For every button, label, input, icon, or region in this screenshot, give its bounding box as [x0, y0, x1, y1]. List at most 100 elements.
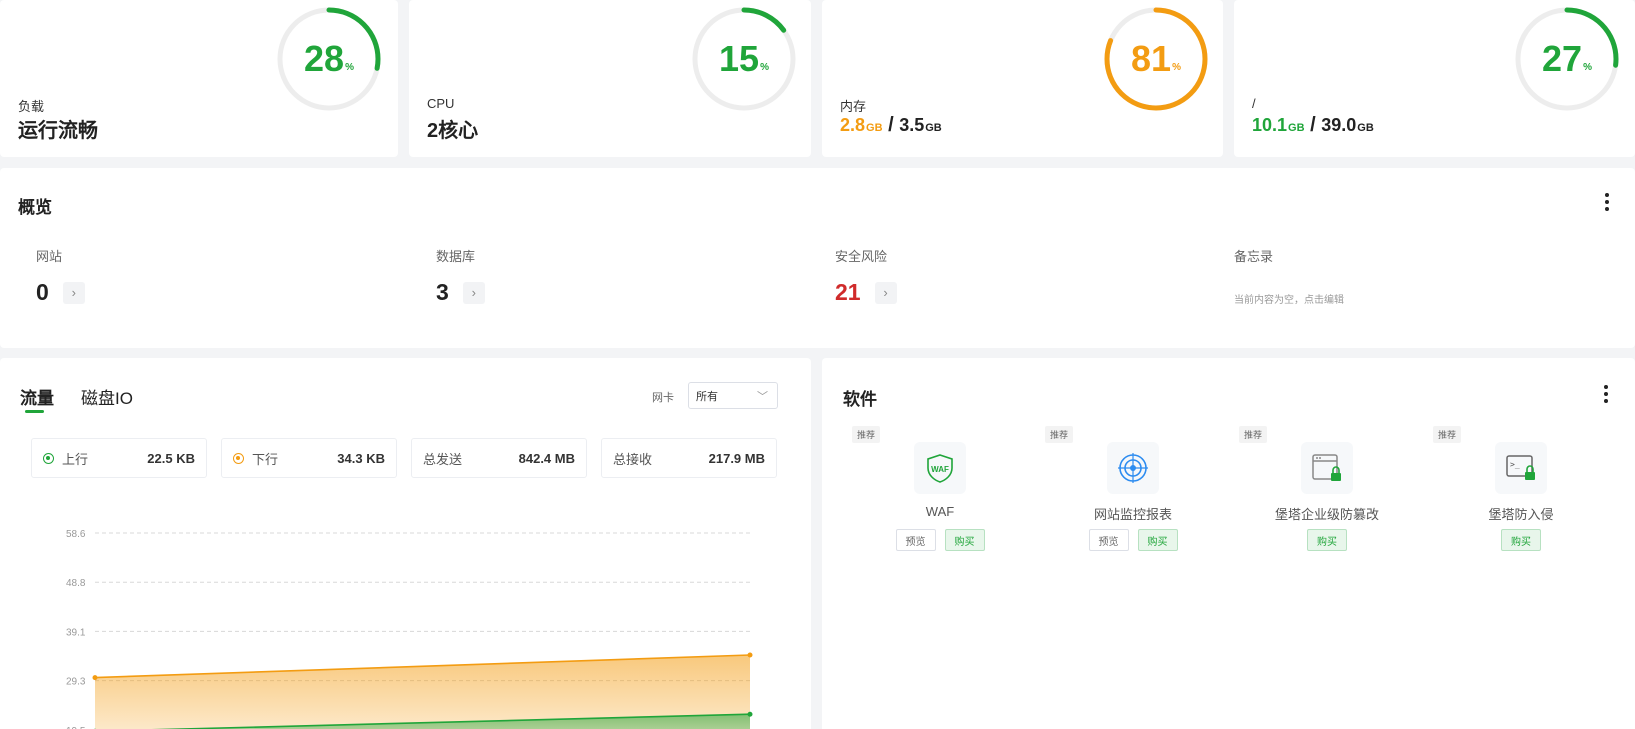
cpu-percent-sign: % [760, 61, 769, 73]
cpu-card: 15% CPU 2核心 [409, 0, 811, 157]
software-name-monitor[interactable]: 网站监控报表 [1033, 504, 1233, 523]
memory-separator: / [882, 114, 900, 136]
overview-databases: 数据库 3 › [436, 246, 485, 306]
overview-title: 概览 [18, 198, 52, 217]
total-received-value: 217.9 MB [708, 450, 765, 466]
terminal-prompt-label: >_ [1510, 460, 1520, 469]
disk-percent-sign: % [1583, 61, 1592, 73]
radar-monitor-icon[interactable] [1107, 442, 1159, 494]
disk-total-unit: GB [1357, 122, 1374, 134]
memory-usage: 2.8GB / 3.5GB [840, 114, 942, 137]
tamper-proof-buy-button[interactable]: 购买 [1307, 529, 1347, 551]
intrusion-prevention-buy-button[interactable]: 购买 [1501, 529, 1541, 551]
software-recommend-tag: 推荐 [852, 426, 881, 443]
security-risk-count[interactable]: 21 [835, 279, 861, 306]
disk-mount-label: / [1252, 96, 1256, 111]
overview-memo: 备忘录 当前内容为空，点击编辑 [1234, 246, 1344, 306]
nic-label: 网卡 [652, 392, 674, 404]
overview-security-risk: 安全风险 21 › [835, 246, 897, 306]
y-tick-label: 29.3 [66, 677, 86, 688]
software-card: 软件 推荐 WAF WAF 预览 购买 推荐 网站监控报表 预览 购买 推荐 堡… [822, 358, 1635, 729]
disk-used: 10.1 [1252, 115, 1288, 135]
total-sent-value: 842.4 MB [518, 450, 575, 466]
total-sent-label: 总发送 [423, 451, 463, 467]
overview-websites: 网站 0 › [36, 246, 85, 306]
load-percent-sign: % [345, 61, 354, 73]
memory-label: 内存 [840, 99, 867, 114]
cpu-percent: 15 [719, 38, 760, 79]
overview-more-icon[interactable] [1597, 192, 1617, 212]
cpu-label: CPU [427, 96, 455, 111]
terminal-lock-icon[interactable]: >_ [1495, 442, 1547, 494]
data-point[interactable] [92, 675, 98, 681]
software-name-waf[interactable]: WAF [840, 504, 1040, 519]
waf-buy-button[interactable]: 购买 [944, 529, 985, 551]
disk-percent: 27 [1542, 38, 1583, 79]
data-point[interactable] [747, 711, 753, 717]
software-title: 软件 [843, 390, 877, 409]
websites-label: 网站 [36, 249, 63, 264]
memo-label: 备忘录 [1234, 249, 1274, 264]
security-risk-label: 安全风险 [835, 249, 888, 264]
software-recommend-tag: 推荐 [1239, 426, 1268, 443]
load-card: 28% 负载 运行流畅 [0, 0, 398, 157]
load-gauge[interactable]: 28% [275, 5, 383, 113]
memory-used: 2.8 [840, 115, 866, 135]
waf-icon-label: WAF [931, 465, 949, 474]
security-risk-arrow-icon[interactable]: › [874, 281, 897, 304]
disk-separator: / [1304, 114, 1322, 136]
software-name-tamper-proof[interactable]: 堡塔企业级防篡改 [1227, 504, 1427, 523]
download-stat: 下行 34.3 KB [221, 438, 397, 478]
memory-total: 3.5 [899, 115, 925, 135]
download-label: 下行 [252, 451, 279, 467]
cpu-cores: 2核心 [427, 120, 479, 142]
software-recommend-tag: 推荐 [1045, 426, 1074, 443]
databases-count[interactable]: 3 [436, 279, 449, 306]
cpu-gauge[interactable]: 15% [690, 5, 798, 113]
disk-gauge[interactable]: 27% [1513, 5, 1621, 113]
total-received-label: 总接收 [613, 451, 653, 467]
load-label: 负载 [18, 99, 45, 114]
disk-usage: 10.1GB / 39.0GB [1252, 114, 1374, 137]
disk-total: 39.0 [1321, 115, 1357, 135]
memory-card: 81% 内存 2.8GB / 3.5GB [822, 0, 1223, 157]
tab-traffic[interactable]: 流量 [20, 384, 54, 409]
memory-used-unit: GB [866, 122, 883, 134]
memo-content[interactable]: 当前内容为空，点击编辑 [1234, 291, 1344, 306]
upload-label: 上行 [62, 451, 89, 467]
data-point[interactable] [747, 652, 753, 658]
upload-stat: 上行 22.5 KB [31, 438, 207, 478]
databases-arrow-icon[interactable]: › [462, 281, 485, 304]
traffic-card: 流量 磁盘IO 网卡 所有 ﹀ 上行 22.5 KB 下行 34.3 KB 总发… [0, 358, 811, 729]
nic-select[interactable]: 所有 ﹀ [688, 382, 778, 409]
memory-percent: 81 [1131, 38, 1172, 79]
memory-gauge[interactable]: 81% [1102, 5, 1210, 113]
chevron-down-icon: ﹀ [757, 391, 768, 403]
upload-legend-icon [43, 452, 54, 464]
active-tab-indicator [25, 410, 44, 413]
software-more-icon[interactable] [1596, 384, 1616, 404]
waf-preview-button[interactable]: 预览 [895, 529, 936, 551]
shield-waf-icon[interactable]: WAF [914, 442, 966, 494]
software-name-intrusion-prevention[interactable]: 堡塔防入侵 [1421, 504, 1621, 523]
disk-used-unit: GB [1288, 122, 1305, 134]
memory-total-unit: GB [925, 122, 942, 134]
browser-lock-icon[interactable] [1301, 442, 1353, 494]
websites-arrow-icon[interactable]: › [62, 281, 85, 304]
tab-disk-io[interactable]: 磁盘IO [81, 384, 133, 409]
websites-count[interactable]: 0 [36, 279, 49, 306]
traffic-chart[interactable]: 58.648.839.129.319.5 [0, 498, 811, 729]
upload-value: 22.5 KB [147, 450, 195, 466]
databases-label: 数据库 [436, 249, 476, 264]
memory-percent-sign: % [1172, 61, 1181, 73]
y-tick-label: 58.6 [66, 529, 86, 540]
total-sent-stat: 总发送 842.4 MB [411, 438, 587, 478]
monitor-buy-button[interactable]: 购买 [1137, 529, 1178, 551]
download-value: 34.3 KB [337, 450, 385, 466]
overview-card: 概览 网站 0 › 数据库 3 › 安全风险 21 › 备忘录 当前内容为空，点… [0, 168, 1635, 348]
load-status: 运行流畅 [18, 120, 98, 142]
software-recommend-tag: 推荐 [1433, 426, 1462, 443]
monitor-preview-button[interactable]: 预览 [1088, 529, 1129, 551]
y-tick-label: 48.8 [66, 578, 86, 589]
total-received-stat: 总接收 217.9 MB [601, 438, 777, 478]
